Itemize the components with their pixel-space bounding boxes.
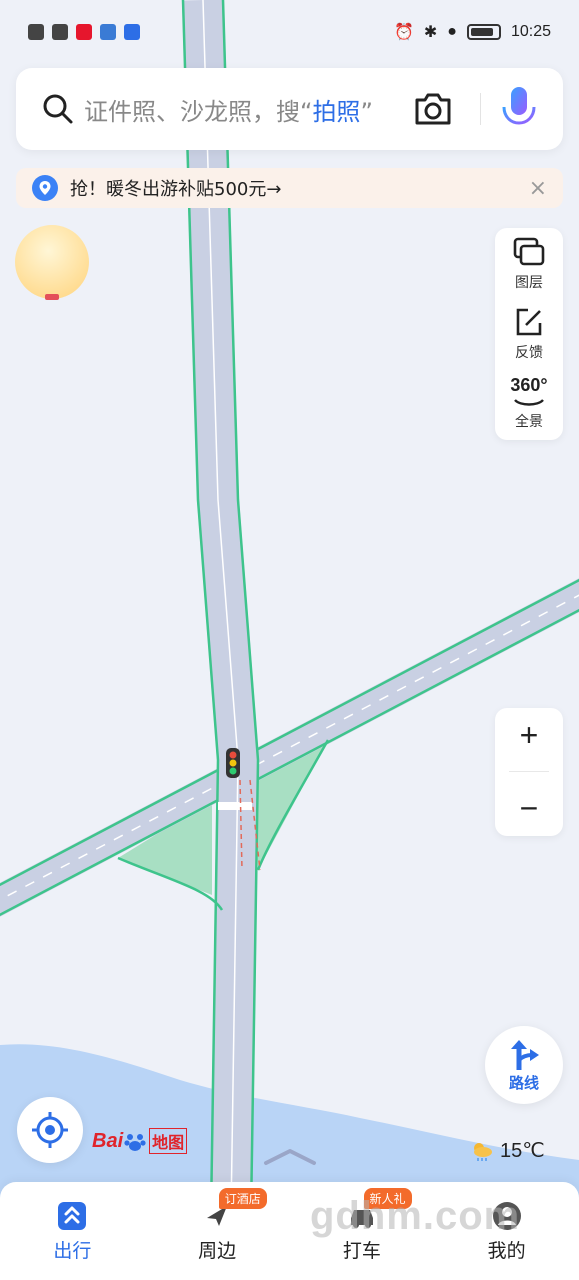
panorama-label: 全景 [514, 414, 543, 430]
logo-map-text: 地图 [149, 1128, 188, 1154]
panorama-arc-icon [514, 399, 544, 406]
baidu-map-logo: Bai 地图 [92, 1128, 188, 1154]
zoom-out-button[interactable]: − [520, 790, 539, 827]
map-tools-panel: 图层 反馈 360° 全景 [495, 228, 563, 440]
zoom-divider [509, 771, 549, 773]
close-icon[interactable]: × [529, 176, 547, 201]
status-bar: ⏰ ✱ ● 10:25 [0, 0, 579, 64]
locate-icon [32, 1112, 68, 1148]
traffic-light-icon [226, 748, 240, 778]
divider [480, 93, 481, 125]
search-input[interactable]: 证件照、沙龙照，搜“拍照” [84, 92, 410, 127]
locate-button[interactable] [17, 1097, 83, 1163]
feedback-label: 反馈 [515, 344, 543, 361]
location-icon: ● [447, 23, 457, 40]
weather-widget[interactable]: 15℃ [470, 1138, 545, 1163]
layers-label: 图层 [515, 274, 543, 291]
search-icon [43, 94, 73, 124]
status-time: 10:25 [510, 23, 551, 40]
alarm-icon: ⏰ [393, 24, 414, 41]
zoom-in-button[interactable]: + [520, 717, 539, 754]
feedback-button[interactable]: 反馈 [512, 298, 546, 368]
location-pin-icon [32, 175, 58, 201]
panorama-button[interactable]: 360° 全景 [510, 368, 547, 438]
route-arrow-icon [511, 1039, 539, 1070]
search-box[interactable]: 证件照、沙龙照，搜“拍照” [16, 68, 563, 150]
tab-nearby[interactable]: 订酒店 周边 [145, 1182, 290, 1280]
promo-text[interactable]: 抢！暖冬出游补贴500元→ [70, 175, 529, 201]
feedback-icon [516, 308, 542, 335]
route-label: 路线 [508, 1073, 539, 1092]
microphone-icon[interactable] [495, 83, 543, 135]
travel-icon [58, 1201, 87, 1230]
app-notification-icon [100, 24, 116, 40]
weibo-icon [76, 24, 92, 40]
sim-icon [28, 24, 44, 40]
tab-taxi-label: 打车 [342, 1239, 381, 1262]
camera-icon[interactable] [410, 86, 456, 132]
hotel-badge: 订酒店 [218, 1188, 267, 1209]
route-button[interactable]: 路线 [485, 1026, 563, 1104]
tab-nearby-label: 周边 [198, 1239, 237, 1262]
tab-travel-label: 出行 [53, 1239, 92, 1262]
watermark: gdhm.com [310, 1194, 521, 1238]
paw-icon [124, 1134, 146, 1151]
battery-icon [466, 24, 501, 40]
layers-icon [513, 237, 545, 265]
promo-banner[interactable]: 抢！暖冬出游补贴500元→ × [16, 168, 563, 208]
tab-profile-label: 我的 [487, 1239, 526, 1262]
tab-travel[interactable]: 出行 [0, 1182, 145, 1280]
cloudy-rain-icon [474, 1142, 492, 1161]
status-icons-right: ⏰ ✱ ● 10:25 [394, 22, 551, 42]
signal-icon [52, 24, 68, 40]
status-icons-left [28, 24, 140, 40]
bluetooth-icon: ✱ [423, 24, 438, 41]
logo-bai: Bai [92, 1129, 124, 1152]
message-icon [124, 24, 140, 40]
panorama-360-icon: 360° [510, 375, 548, 395]
balloon-avatar-icon[interactable] [13, 224, 91, 302]
chevron-up-icon[interactable] [262, 1146, 318, 1166]
layers-button[interactable]: 图层 [512, 228, 546, 298]
zoom-controls: + − [495, 708, 563, 836]
weather-temperature: 15℃ [500, 1140, 545, 1162]
